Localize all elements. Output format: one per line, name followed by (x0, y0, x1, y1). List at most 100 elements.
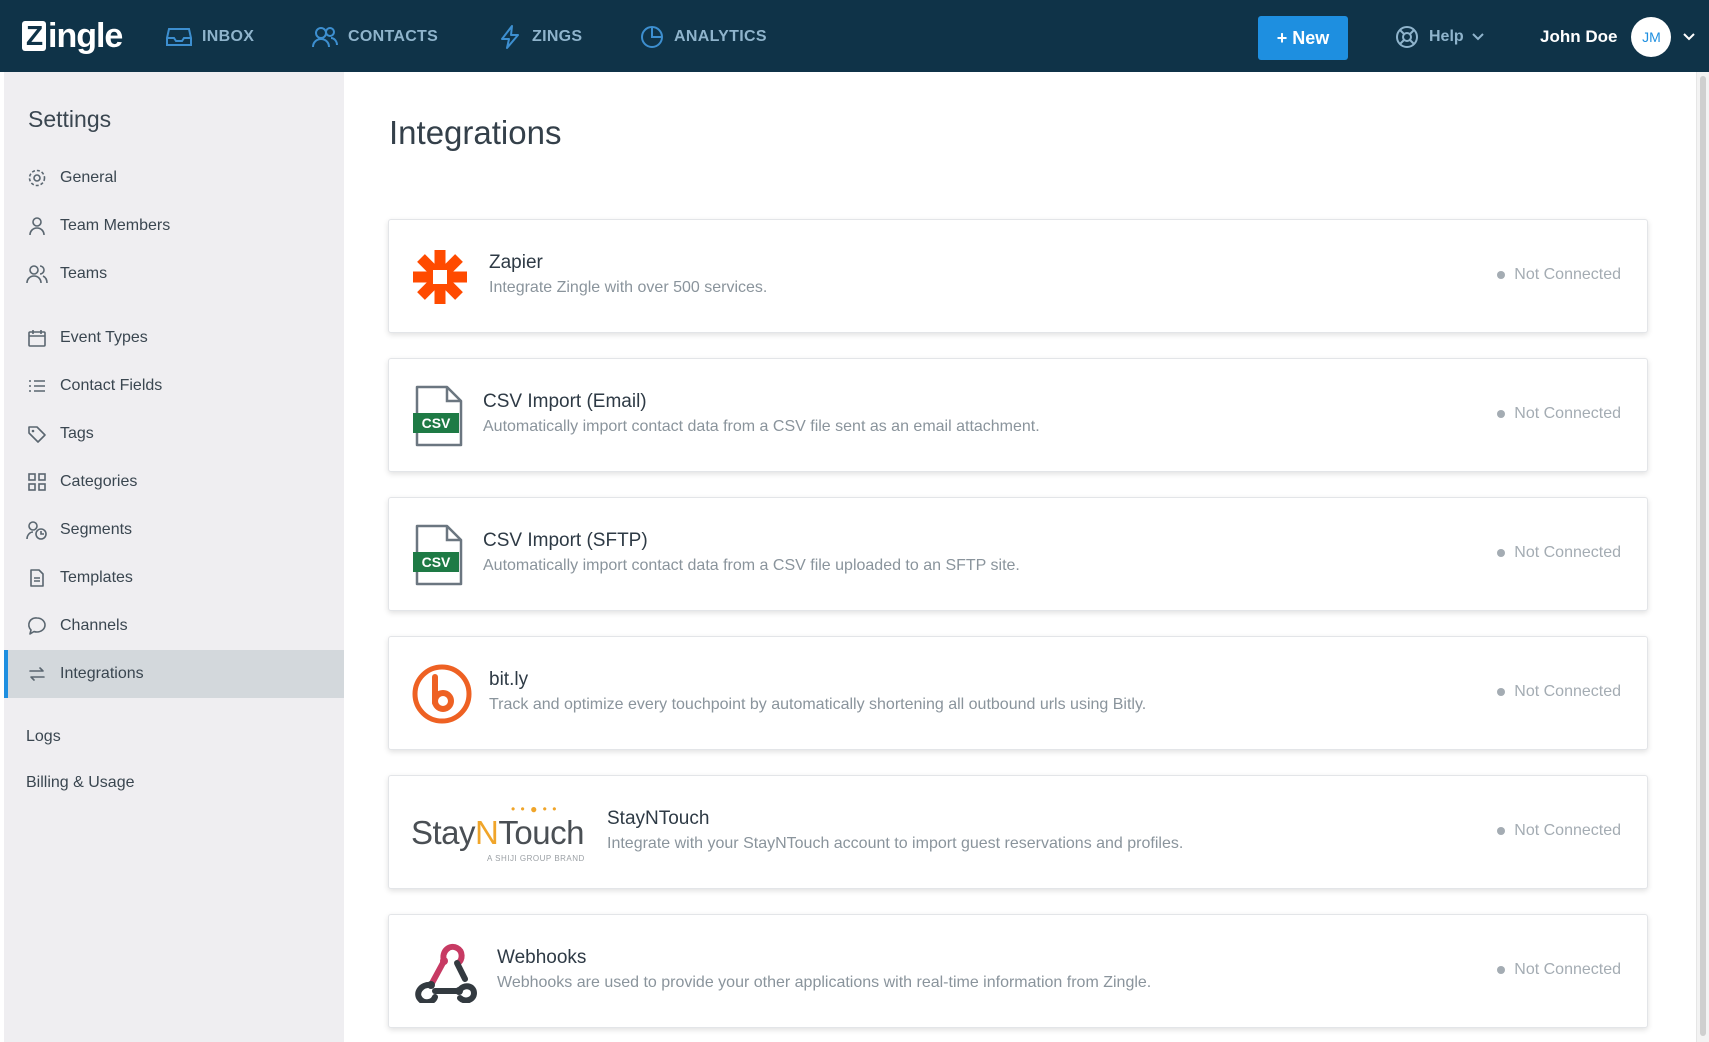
sidebar-item-templates[interactable]: Templates (4, 554, 344, 602)
chat-icon (26, 615, 48, 637)
gear-icon (26, 167, 48, 189)
sidebar-item-label: General (60, 169, 117, 186)
sidebar-item-label: Event Types (60, 329, 148, 346)
segments-icon (26, 519, 48, 541)
sidebar-item-label: Segments (60, 521, 133, 538)
integration-name: StayNTouch (607, 808, 710, 829)
stayntouch-logo-icon: • • ● • • StayNTouch A SHIJI GROUP BRAND (411, 798, 584, 868)
user-menu[interactable]: John Doe JM (1540, 17, 1696, 57)
status-badge: Not Connected (1497, 822, 1621, 840)
logo-text: ingle (48, 16, 123, 55)
status-dot-icon (1497, 271, 1506, 279)
csv-file-icon: CSV (411, 520, 465, 590)
grid-icon (26, 471, 48, 493)
logo-text-n: N (475, 814, 499, 851)
status-badge: Not Connected (1497, 961, 1621, 979)
status-dot-icon (1497, 966, 1506, 974)
status-dot-icon (1497, 549, 1506, 557)
sidebar-item-segments[interactable]: Segments (4, 506, 344, 554)
scrollbar-thumb[interactable] (1700, 76, 1706, 1036)
integration-name: CSV Import (SFTP) (483, 530, 648, 551)
sidebar-item-contact-fields[interactable]: Contact Fields (4, 362, 344, 410)
integration-name: Webhooks (497, 947, 587, 968)
sidebar-item-billing-usage[interactable]: Billing & Usage (26, 774, 135, 792)
status-text: Not Connected (1514, 544, 1621, 561)
user-icon (26, 215, 48, 237)
stayntouch-wordmark: • • ● • • StayNTouch A SHIJI GROUP BRAND (411, 802, 584, 863)
sidebar-item-label: Integrations (60, 665, 144, 682)
nav-inbox-label: INBOX (202, 28, 255, 45)
sidebar-item-logs[interactable]: Logs (26, 728, 61, 746)
contacts-icon (312, 27, 338, 48)
logo-subtitle: A SHIJI GROUP BRAND (487, 854, 585, 863)
lifebuoy-icon (1396, 26, 1418, 48)
status-text: Not Connected (1514, 683, 1621, 700)
nav-analytics[interactable]: ANALYTICS (640, 22, 767, 52)
top-navigation-bar: Zingle INBOX CONTACTS ZINGS ANALYTICS + … (0, 0, 1709, 72)
csv-icon-text: CSV (422, 554, 451, 570)
integration-description: Webhooks are used to provide your other … (497, 974, 1152, 991)
status-text: Not Connected (1514, 405, 1621, 422)
status-dot-icon (1497, 827, 1506, 835)
user-name: John Doe (1540, 27, 1618, 46)
sidebar-item-label: Team Members (60, 217, 171, 234)
csv-icon-text: CSV (422, 415, 451, 431)
status-text: Not Connected (1514, 266, 1621, 283)
sidebar-item-event-types[interactable]: Event Types (4, 314, 344, 362)
sidebar-item-label: Templates (60, 569, 133, 586)
status-badge: Not Connected (1497, 683, 1621, 701)
integration-name: bit.ly (489, 669, 529, 690)
sidebar-item-team-members[interactable]: Team Members (4, 202, 344, 250)
integration-card-stayntouch[interactable]: • • ● • • StayNTouch A SHIJI GROUP BRAND… (388, 775, 1648, 889)
integration-description: Automatically import contact data from a… (483, 418, 1040, 435)
chevron-down-icon (1471, 33, 1484, 41)
sidebar-item-teams[interactable]: Teams (4, 250, 344, 298)
integration-card-bitly[interactable]: bit.ly Track and optimize every touchpoi… (388, 636, 1648, 750)
integration-card-webhooks[interactable]: Webhooks Webhooks are used to provide yo… (388, 914, 1648, 1028)
logo-initial: Z (22, 21, 46, 51)
new-button[interactable]: + New (1258, 16, 1348, 60)
bitly-logo-icon (411, 659, 473, 729)
sidebar-title: Settings (28, 106, 112, 132)
pie-chart-icon (641, 26, 663, 48)
sidebar-item-label: Tags (60, 425, 94, 442)
zingle-logo[interactable]: Zingle (22, 14, 123, 58)
sidebar-item-label: Categories (60, 473, 138, 490)
list-icon (26, 375, 48, 397)
document-icon (26, 567, 48, 589)
nav-contacts[interactable]: CONTACTS (312, 22, 438, 52)
integration-card-csv-email[interactable]: CSV CSV Import (Email) Automatically imp… (388, 358, 1648, 472)
status-text: Not Connected (1514, 961, 1621, 978)
status-text: Not Connected (1514, 822, 1621, 839)
sidebar-item-general[interactable]: General (4, 154, 344, 202)
nav-contacts-label: CONTACTS (348, 28, 439, 45)
integration-description: Integrate Zingle with over 500 services. (489, 279, 768, 296)
integration-card-csv-sftp[interactable]: CSV CSV Import (SFTP) Automatically impo… (388, 497, 1648, 611)
main-content: Integrations Zapier Integrate Zingle wit… (344, 72, 1696, 1042)
sidebar-item-label: Contact Fields (60, 377, 163, 394)
chevron-down-icon (1683, 33, 1696, 41)
avatar: JM (1631, 17, 1672, 57)
status-dot-icon (1497, 688, 1506, 696)
page-title: Integrations (389, 114, 562, 151)
status-dot-icon (1497, 410, 1506, 418)
nav-inbox[interactable]: INBOX (166, 22, 254, 52)
nav-zings[interactable]: ZINGS (498, 22, 582, 52)
nav-zings-label: ZINGS (532, 28, 583, 45)
logo-text-stay: Stay (411, 814, 476, 851)
vertical-scrollbar[interactable] (1696, 72, 1709, 1042)
inbox-icon (166, 28, 192, 46)
sidebar-item-integrations[interactable]: Integrations (4, 650, 344, 698)
sidebar-item-label: Channels (60, 617, 128, 634)
status-badge: Not Connected (1497, 266, 1621, 284)
sidebar-item-label: Teams (60, 265, 108, 282)
integration-card-zapier[interactable]: Zapier Integrate Zingle with over 500 se… (388, 219, 1648, 333)
integration-name: Zapier (489, 252, 543, 273)
integration-description: Track and optimize every touchpoint by a… (489, 696, 1147, 713)
sidebar-item-tags[interactable]: Tags (4, 410, 344, 458)
integration-description: Automatically import contact data from a… (483, 557, 1020, 574)
sidebar-item-categories[interactable]: Categories (4, 458, 344, 506)
zapier-logo-icon (411, 242, 469, 312)
help-menu[interactable]: Help (1395, 22, 1484, 52)
sidebar-item-channels[interactable]: Channels (4, 602, 344, 650)
